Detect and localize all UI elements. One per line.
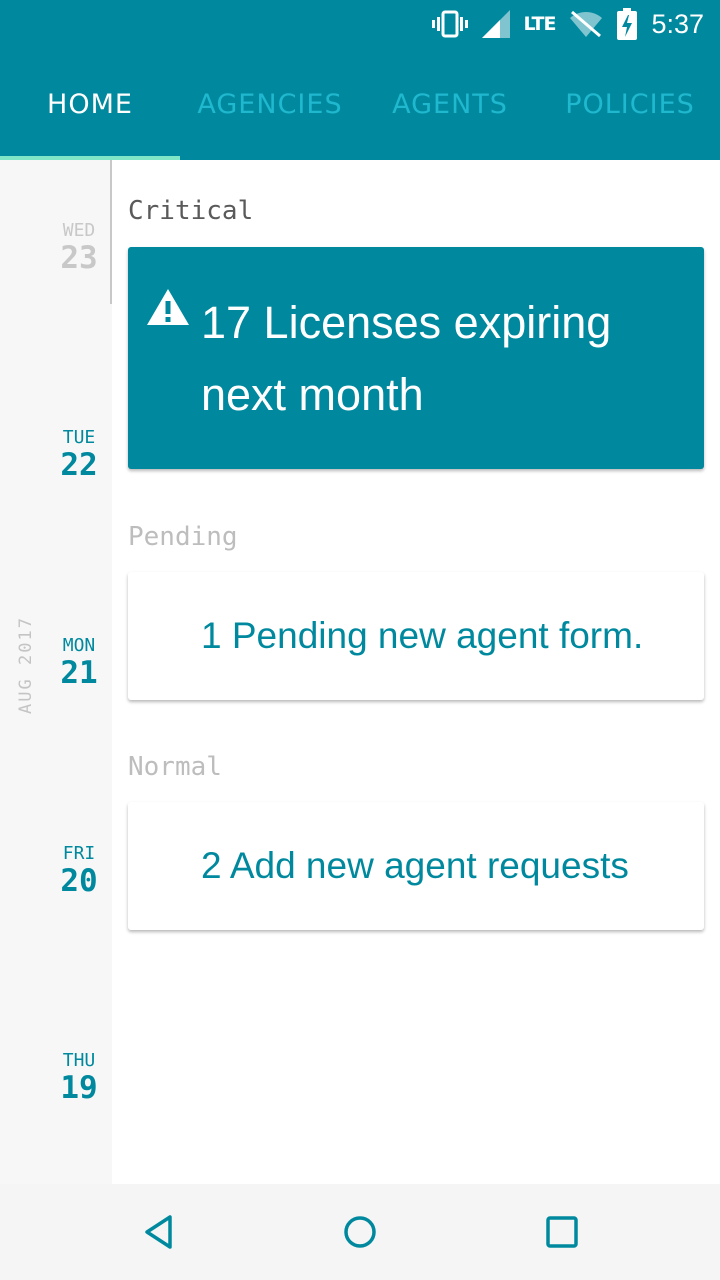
tab-agents[interactable]: AGENTS — [360, 48, 540, 160]
normal-card[interactable]: 2 Add new agent requests — [128, 802, 704, 930]
timeline-month-label: AUG 2017 — [16, 616, 36, 714]
day-of-week: THU — [62, 1050, 96, 1071]
critical-alert-text: 17 Licenses expiring next month — [201, 297, 612, 420]
home-icon[interactable] — [336, 1208, 384, 1256]
status-clock: 5:37 — [651, 8, 704, 39]
warning-icon — [147, 289, 189, 325]
day-of-week: TUE — [62, 427, 96, 448]
vibrate-icon — [431, 10, 468, 38]
battery-charging-icon — [617, 8, 638, 40]
section-label-critical: Critical — [128, 196, 254, 226]
day-number: 19 — [60, 1070, 98, 1106]
timeline-day[interactable]: FRI 20 — [38, 843, 120, 899]
pending-card[interactable]: 1 Pending new agent form. — [128, 572, 704, 700]
day-number: 22 — [60, 447, 98, 483]
day-of-week: WED — [62, 220, 96, 241]
timeline-day[interactable]: TUE 22 — [38, 427, 120, 483]
tab-home[interactable]: HOME — [0, 48, 180, 160]
wifi-off-icon — [570, 10, 603, 38]
network-type: LTE — [523, 13, 557, 35]
timeline-day[interactable]: MON 21 — [38, 635, 120, 691]
tab-agencies[interactable]: AGENCIES — [180, 48, 360, 160]
status-bar: LTE 5:37 — [0, 0, 720, 48]
day-number: 20 — [60, 863, 98, 899]
status-icons: LTE 5:37 — [431, 0, 704, 48]
back-icon[interactable] — [136, 1208, 184, 1256]
signal-icon — [481, 10, 510, 38]
system-nav-bar — [0, 1184, 720, 1280]
pending-card-text: 1 Pending new agent form. — [201, 615, 644, 656]
tab-bar: HOME AGENCIES AGENTS POLICIES — [0, 48, 720, 160]
timeline-day[interactable]: WED 23 — [38, 220, 120, 276]
tab-policies[interactable]: POLICIES — [540, 48, 720, 160]
critical-alert-card[interactable]: 17 Licenses expiring next month — [128, 247, 704, 469]
day-number: 23 — [60, 240, 98, 276]
section-label-pending: Pending — [128, 522, 238, 552]
day-number: 21 — [60, 655, 98, 691]
timeline-day[interactable]: THU 19 — [38, 1050, 120, 1106]
recents-icon[interactable] — [538, 1208, 586, 1256]
normal-card-text: 2 Add new agent requests — [201, 845, 629, 886]
section-label-normal: Normal — [128, 752, 222, 782]
day-of-week: FRI — [62, 843, 96, 864]
day-of-week: MON — [62, 635, 96, 656]
